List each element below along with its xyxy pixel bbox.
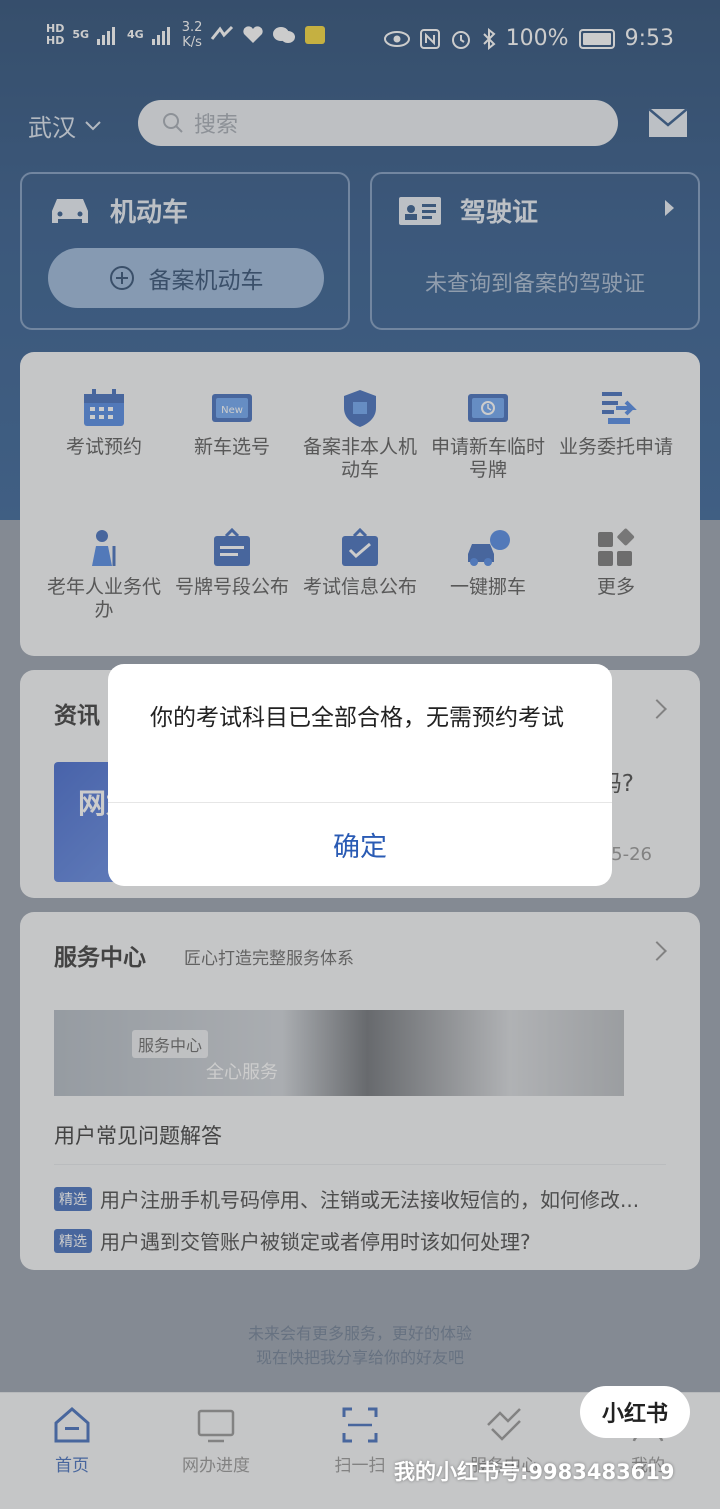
- service-exam-booking[interactable]: 考试预约: [44, 388, 164, 459]
- app-notification-icon: [211, 25, 234, 40]
- confirm-button[interactable]: 确定: [108, 802, 612, 886]
- watermark-text: 我的小红书号:9983483619: [394, 1460, 675, 1484]
- battery-percent: 100%: [505, 26, 569, 51]
- progress-icon: [197, 1409, 235, 1443]
- service-label: 号牌号段公布: [174, 576, 289, 598]
- nfc-icon: [419, 28, 440, 49]
- share-note[interactable]: 未来会有更多服务，更好的体验 现在快把我分享给你的好友吧: [0, 1322, 720, 1370]
- register-vehicle-button[interactable]: 备案机动车: [48, 248, 324, 308]
- app-badge-icon: [305, 26, 326, 44]
- service-grid: 考试预约 New 新车选号 备案非本人机动车 申请新车临时号牌 业务委托申请 老…: [20, 352, 700, 656]
- register-vehicle-label: 备案机动车: [148, 268, 264, 294]
- svg-text:New: New: [221, 405, 243, 416]
- exam-info-icon: [342, 528, 378, 566]
- news-date: 5-26: [611, 844, 652, 865]
- service-label: 备案非本人机动车: [302, 436, 417, 481]
- car-icon: [52, 198, 88, 223]
- dialog-message: 你的考试科目已全部合格，无需预约考试: [150, 705, 564, 731]
- search-input[interactable]: 搜索: [138, 100, 618, 146]
- alert-dialog: 你的考试科目已全部合格，无需预约考试 确定: [108, 664, 612, 886]
- chevron-right-icon[interactable]: [647, 941, 667, 961]
- service-register-other-vehicle[interactable]: 备案非本人机动车: [300, 388, 420, 482]
- banner-text: 全心服务: [206, 1062, 278, 1083]
- nav-progress[interactable]: 网办进度: [166, 1405, 266, 1476]
- search-icon: [163, 113, 183, 133]
- wechat-icon: [273, 27, 296, 43]
- service-label: 新车选号: [193, 436, 270, 458]
- network-5g: 5G: [72, 28, 90, 41]
- service-new-plate[interactable]: New 新车选号: [172, 388, 292, 459]
- watermark-logo: 小红书: [580, 1386, 690, 1438]
- temp-plate-icon: [468, 394, 508, 422]
- license-icon: [399, 196, 441, 225]
- signal-icon: [151, 27, 170, 45]
- divider: [54, 1164, 666, 1165]
- eye-icon: [383, 30, 410, 47]
- service-move-car[interactable]: 一键挪车: [428, 528, 548, 599]
- hd-indicators: HD HD: [46, 22, 65, 47]
- service-label: 更多: [596, 576, 635, 598]
- license-status: 未查询到备案的驾驶证: [424, 272, 645, 297]
- plus-circle-icon: [109, 266, 134, 290]
- alarm-icon: [451, 30, 470, 49]
- heart-icon: [243, 26, 264, 43]
- service-center-title: 服务中心: [54, 945, 146, 971]
- service-label: 考试预约: [65, 436, 142, 458]
- home-icon: [54, 1407, 90, 1443]
- signal-icon: [97, 27, 116, 45]
- city-selector[interactable]: 武汉: [28, 108, 102, 143]
- service-exam-info[interactable]: 考试信息公布: [300, 528, 420, 599]
- shield-icon: [344, 390, 376, 427]
- delegate-icon: [602, 392, 637, 424]
- move-car-icon: [468, 530, 510, 566]
- chevron-right-icon: [665, 200, 674, 216]
- city-label: 武汉: [28, 114, 76, 142]
- new-plate-icon: New: [212, 394, 252, 422]
- license-card-title: 驾驶证: [460, 198, 539, 228]
- scan-icon: [342, 1407, 378, 1443]
- service-more[interactable]: 更多: [556, 528, 676, 599]
- service-label: 考试信息公布: [302, 576, 417, 598]
- faq-text: 用户遇到交管账户被锁定或者停用时该如何处理?: [100, 1230, 531, 1254]
- banner-tag: 服务中心: [132, 1030, 209, 1058]
- mail-icon[interactable]: [648, 108, 688, 138]
- calendar-icon: [84, 389, 124, 426]
- bluetooth-icon: [482, 27, 496, 50]
- chevron-right-icon: [647, 699, 667, 719]
- faq-text: 用户注册手机号码停用、注销或无法接收短信的，如何修改...: [100, 1188, 640, 1212]
- featured-badge: 精选: [54, 1186, 92, 1211]
- service-elderly-proxy[interactable]: 老年人业务代办: [44, 528, 164, 622]
- service-label: 老年人业务代办: [46, 576, 161, 621]
- license-card[interactable]: 驾驶证 未查询到备案的驾驶证: [370, 172, 700, 330]
- faq-heading: 用户常见问题解答: [54, 1124, 222, 1148]
- service-label: 业务委托申请: [558, 436, 673, 458]
- search-placeholder: 搜索: [194, 113, 239, 138]
- faq-item[interactable]: 精选 用户注册手机号码停用、注销或无法接收短信的，如何修改...: [54, 1184, 639, 1213]
- status-bar: HD HD 5G 4G 3.2 K/s 100% 9:53: [0, 18, 720, 64]
- nav-home[interactable]: 首页: [22, 1405, 122, 1476]
- featured-badge: 精选: [54, 1228, 92, 1253]
- more-icon: [598, 528, 635, 566]
- service-center-banner[interactable]: 服务中心 全心服务: [54, 1010, 624, 1096]
- net-speed: 3.2 K/s: [181, 20, 203, 50]
- plate-range-icon: [214, 528, 250, 566]
- service-delegate[interactable]: 业务委托申请: [556, 388, 676, 459]
- service-center-card: 服务中心 匠心打造完整服务体系 服务中心 全心服务 用户常见问题解答 精选 用户…: [20, 912, 700, 1270]
- service-label: 申请新车临时号牌: [430, 436, 545, 481]
- service-center-subtitle: 匠心打造完整服务体系: [184, 949, 354, 969]
- service-label: 一键挪车: [449, 576, 526, 598]
- network-4g: 4G: [127, 28, 144, 41]
- service-plate-range[interactable]: 号牌号段公布: [172, 528, 292, 599]
- news-section-title: 资讯: [54, 703, 100, 729]
- vehicle-card[interactable]: 机动车 备案机动车: [20, 172, 350, 330]
- service-temp-plate[interactable]: 申请新车临时号牌: [428, 388, 548, 482]
- vehicle-card-title: 机动车: [110, 198, 189, 228]
- battery-icon: [578, 28, 615, 49]
- clock: 9:53: [624, 26, 674, 51]
- elderly-icon: [92, 530, 116, 566]
- handshake-icon: [487, 1408, 521, 1441]
- chevron-down-icon: [85, 120, 101, 130]
- faq-item[interactable]: 精选 用户遇到交管账户被锁定或者停用时该如何处理?: [54, 1226, 531, 1255]
